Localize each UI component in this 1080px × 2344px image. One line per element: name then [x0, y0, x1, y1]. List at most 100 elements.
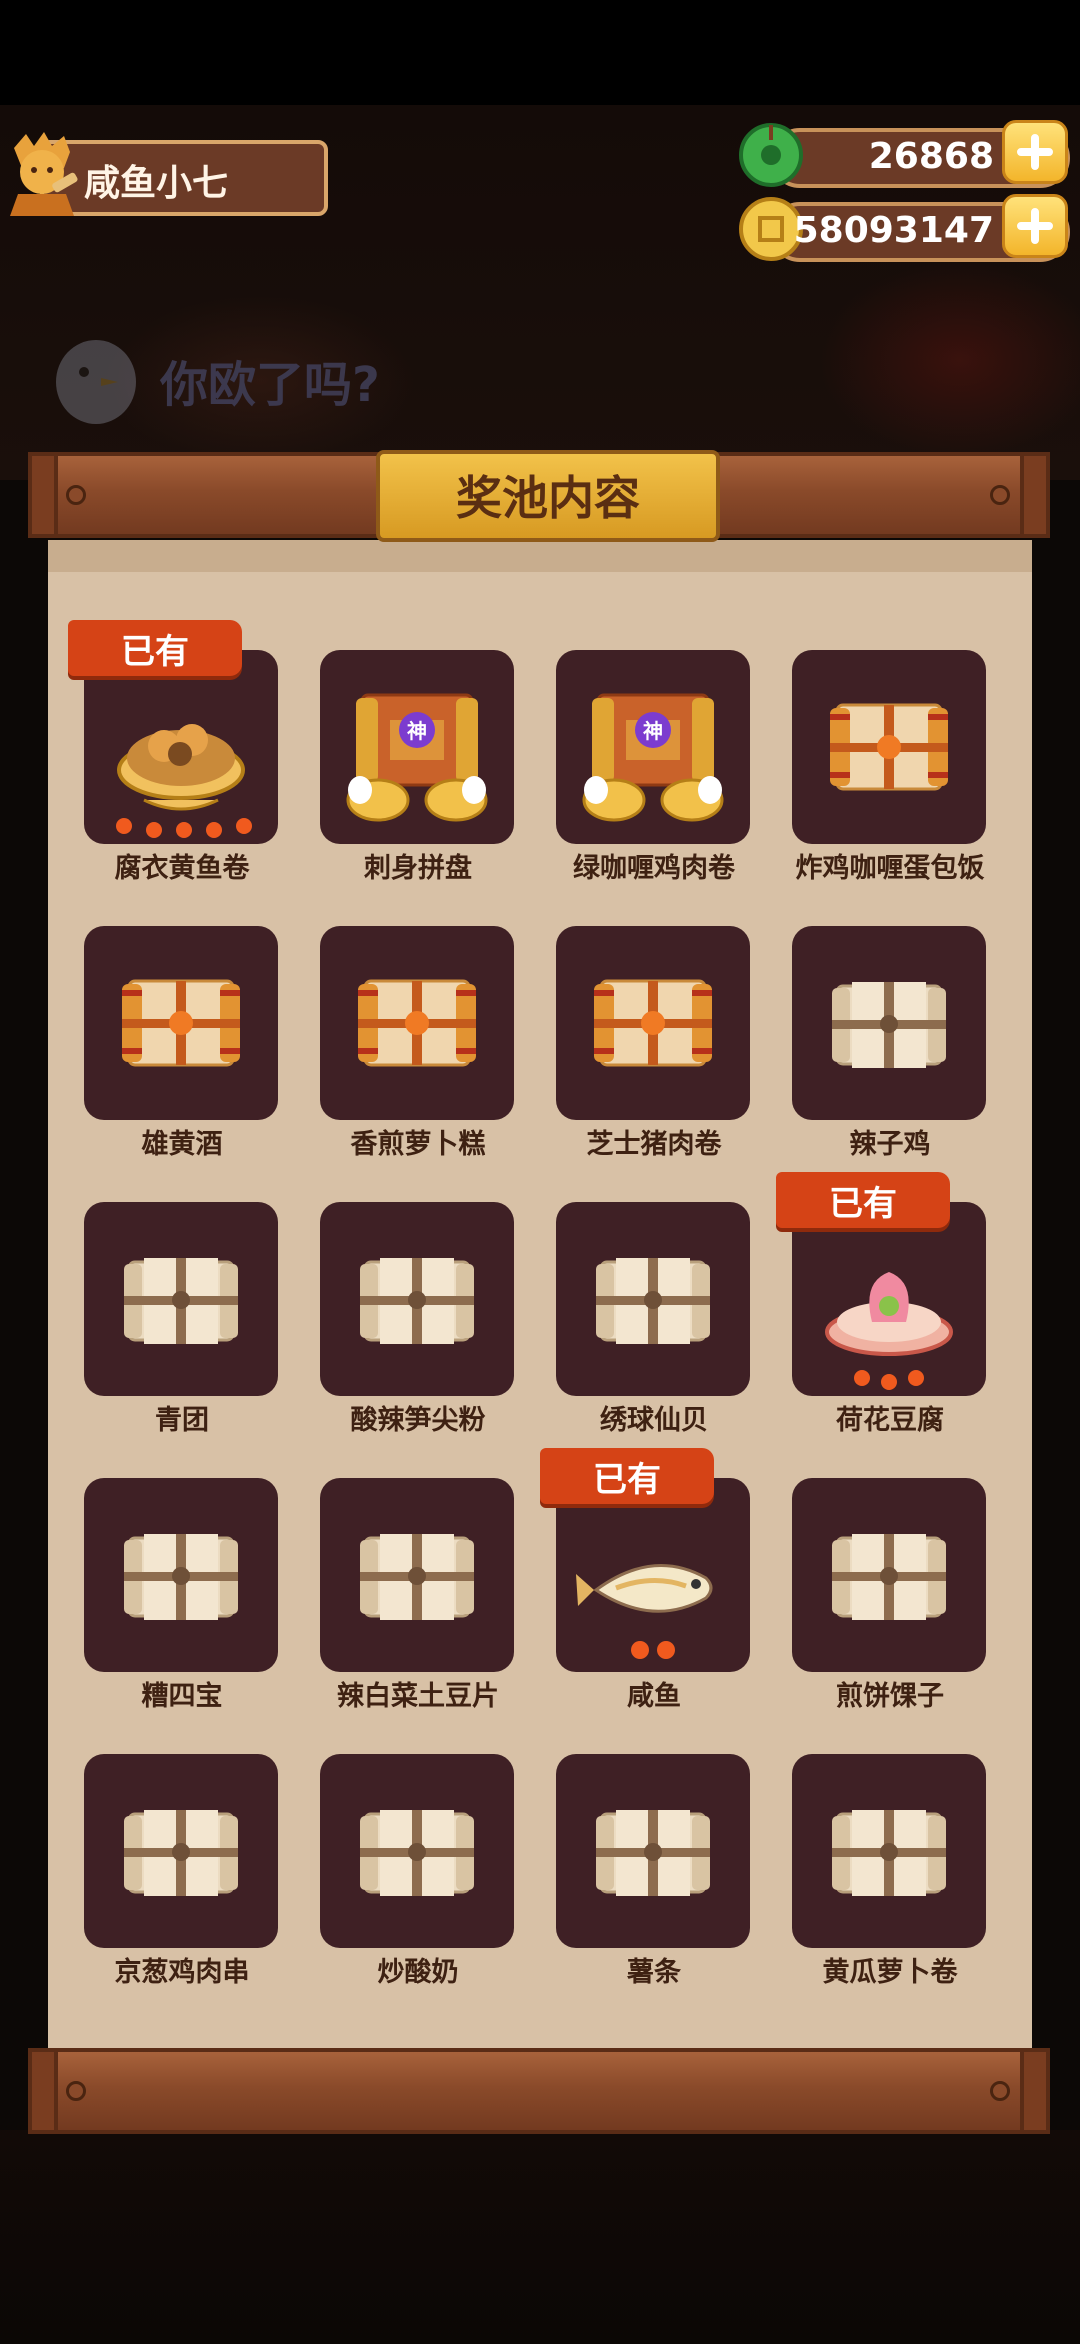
- prize-tile[interactable]: [84, 1754, 278, 1948]
- prize-item[interactable]: 薯条: [536, 1754, 772, 2004]
- svg-text:神: 神: [643, 719, 663, 743]
- prize-name: 绿咖喱鸡肉卷: [573, 853, 735, 884]
- gold-scroll-icon: [830, 703, 948, 791]
- prize-tile[interactable]: [792, 1202, 986, 1396]
- prize-name: 煎饼馃子: [836, 1681, 944, 1712]
- prize-name: 糟四宝: [141, 1681, 223, 1712]
- prize-item[interactable]: 雄黄酒: [64, 926, 300, 1176]
- prize-name: 炒酸奶: [377, 1957, 459, 1988]
- prize-item[interactable]: 神 绿咖喱鸡肉卷: [536, 650, 772, 900]
- nail-icon: [66, 2081, 86, 2101]
- jade-value: 26868: [868, 136, 994, 177]
- prize-item[interactable]: 酸辣笋尖粉: [300, 1202, 536, 1452]
- bottom-wood-beam: [28, 2048, 1050, 2134]
- scroll-icon: [124, 1258, 238, 1344]
- prize-name: 京葱鸡肉串: [114, 1957, 250, 1988]
- prize-tile[interactable]: 神: [320, 650, 514, 844]
- prize-item[interactable]: 绣球仙贝: [536, 1202, 772, 1452]
- lotus-tofu-icon: [825, 1272, 953, 1390]
- prize-tile[interactable]: [320, 1478, 514, 1672]
- gold-scroll-icon: [594, 979, 712, 1067]
- prize-tile[interactable]: [84, 1478, 278, 1672]
- scroll-icon: [360, 1258, 474, 1344]
- scroll-icon: [596, 1258, 710, 1344]
- prize-item[interactable]: 香煎萝卜糕: [300, 926, 536, 1176]
- prize-name: 雄黄酒: [141, 1129, 223, 1160]
- prize-item[interactable]: 京葱鸡肉串: [64, 1754, 300, 2004]
- prize-name: 刺身拼盘: [364, 853, 472, 884]
- dish-icon: [116, 724, 252, 838]
- prize-item[interactable]: 辣白菜土豆片: [300, 1478, 536, 1728]
- prize-tile[interactable]: [84, 650, 278, 844]
- prize-name: 香煎萝卜糕: [350, 1129, 486, 1160]
- gold-scroll-icon: [122, 979, 240, 1067]
- jade-icon: [739, 123, 803, 187]
- scroll-icon: [124, 1810, 238, 1896]
- prize-tile[interactable]: 神: [556, 650, 750, 844]
- prize-tile[interactable]: [320, 1202, 514, 1396]
- prize-name: 炸鸡咖喱蛋包饭: [795, 853, 985, 884]
- prize-name: 酸辣笋尖粉: [350, 1405, 486, 1436]
- prize-item[interactable]: 青团: [64, 1202, 300, 1452]
- scene-background-bottom: [0, 2130, 1080, 2344]
- avatar[interactable]: [4, 128, 82, 216]
- prize-tile[interactable]: [84, 926, 278, 1120]
- scroll-icon: [832, 982, 946, 1068]
- add-coins-button[interactable]: [1002, 194, 1068, 258]
- scroll-icon: [596, 1810, 710, 1896]
- prize-item[interactable]: 炒酸奶: [300, 1754, 536, 2004]
- scroll-icon: [832, 1534, 946, 1620]
- chick-icon: [56, 340, 136, 424]
- svg-text:神: 神: [407, 719, 427, 743]
- scroll-icon: [360, 1534, 474, 1620]
- prize-item[interactable]: 咸鱼 已有: [536, 1448, 772, 1728]
- scroll-icon: [360, 1810, 474, 1896]
- prize-name: 辣白菜土豆片: [337, 1681, 499, 1712]
- player-name: 咸鱼小七: [84, 163, 229, 204]
- fish-icon: [576, 1564, 713, 1659]
- prize-item[interactable]: 炸鸡咖喱蛋包饭: [772, 650, 1008, 900]
- prize-item[interactable]: 腐衣黄鱼卷 已有: [64, 620, 300, 900]
- gold-scroll-icon: [358, 979, 476, 1067]
- prize-item[interactable]: 煎饼馃子: [772, 1478, 1008, 1728]
- plus-icon: [1017, 208, 1053, 244]
- prize-tile[interactable]: [556, 1754, 750, 1948]
- prize-tile[interactable]: [792, 1754, 986, 1948]
- scroll-icon: [124, 1534, 238, 1620]
- prize-tile[interactable]: [556, 1478, 750, 1672]
- prize-name: 绣球仙贝: [600, 1405, 708, 1436]
- prize-name: 咸鱼: [627, 1681, 681, 1712]
- prize-tile[interactable]: [792, 1478, 986, 1672]
- scroll-icon: [832, 1810, 946, 1896]
- prize-tile[interactable]: [320, 1754, 514, 1948]
- god-pack-icon: 神: [582, 693, 724, 822]
- prize-item[interactable]: 神 刺身拼盘: [300, 650, 536, 900]
- panel-shade: [48, 540, 1032, 572]
- prize-tile[interactable]: [320, 926, 514, 1120]
- prize-tile[interactable]: [556, 1202, 750, 1396]
- prize-item[interactable]: 黄瓜萝卜卷: [772, 1754, 1008, 2004]
- prize-name: 腐衣黄鱼卷: [114, 853, 250, 884]
- prize-tile[interactable]: [792, 650, 986, 844]
- banner-text: 你欧了吗?: [160, 357, 380, 413]
- owned-badge-label: 已有: [829, 1184, 897, 1224]
- prize-item[interactable]: 糟四宝: [64, 1478, 300, 1728]
- nail-icon: [990, 485, 1010, 505]
- prize-tile[interactable]: [84, 1202, 278, 1396]
- add-jade-button[interactable]: [1002, 120, 1068, 184]
- owned-badge-label: 已有: [593, 1460, 661, 1500]
- panel-title: 奖池内容: [456, 471, 640, 525]
- coin-value: 58093147: [793, 210, 994, 251]
- prize-item[interactable]: 荷花豆腐 已有: [772, 1172, 1008, 1452]
- nail-icon: [66, 485, 86, 505]
- prize-tile[interactable]: [792, 926, 986, 1120]
- nail-icon: [990, 2081, 1010, 2101]
- prize-name: 辣子鸡: [849, 1129, 931, 1160]
- prize-name: 薯条: [627, 1957, 681, 1988]
- prize-name: 芝士猪肉卷: [586, 1129, 722, 1160]
- prize-name: 青团: [155, 1405, 209, 1436]
- prize-item[interactable]: 辣子鸡: [772, 926, 1008, 1176]
- prize-item[interactable]: 芝士猪肉卷: [536, 926, 772, 1176]
- god-pack-icon: 神: [346, 693, 488, 822]
- prize-tile[interactable]: [556, 926, 750, 1120]
